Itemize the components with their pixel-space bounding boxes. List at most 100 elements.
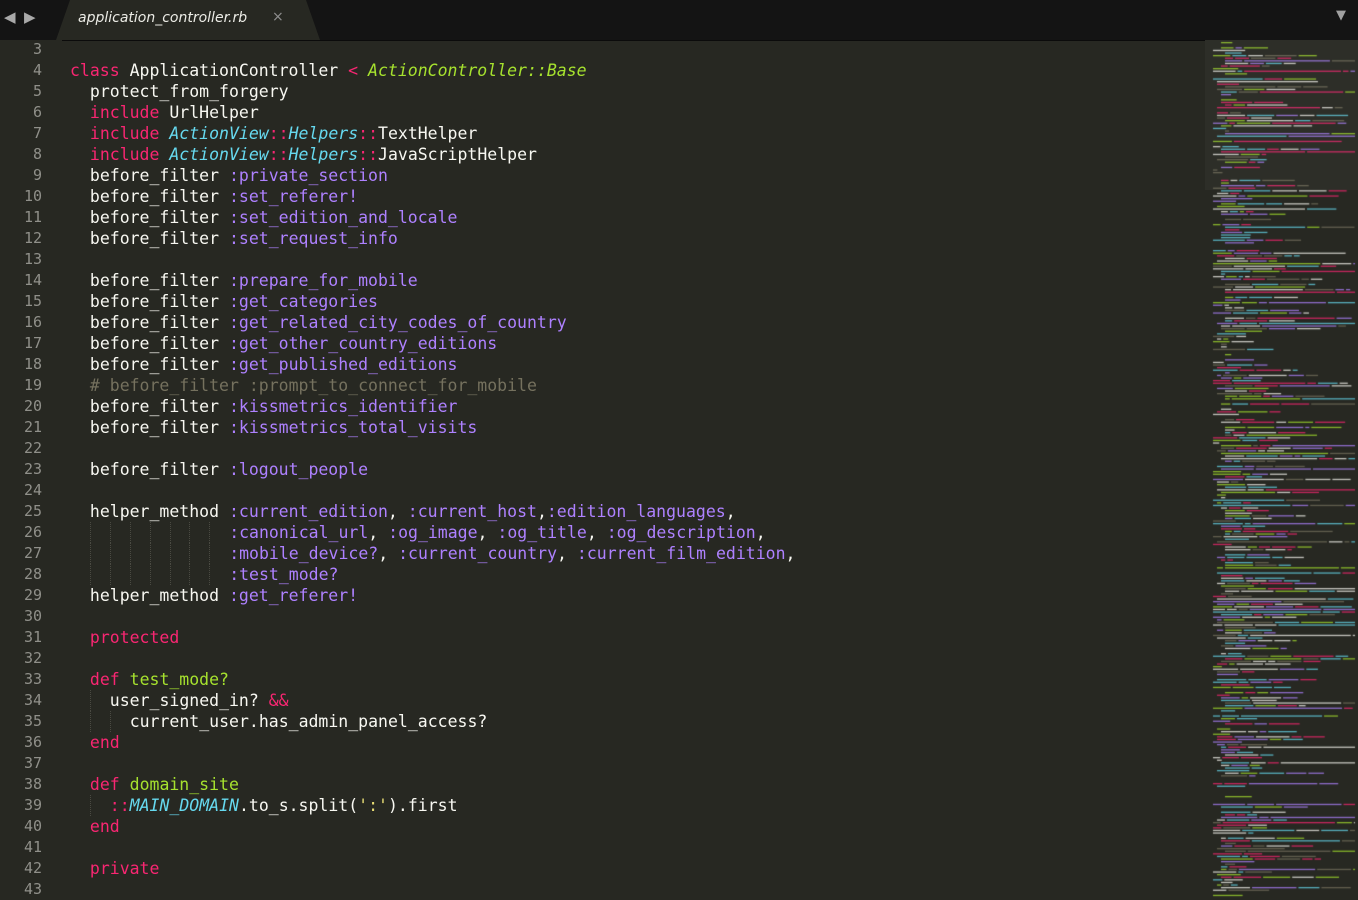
code-token: :mobile_device? bbox=[229, 544, 379, 563]
line-number: 23 bbox=[23, 460, 42, 478]
code-line[interactable]: helper_method :get_referer! bbox=[90, 585, 358, 606]
indent-guide bbox=[149, 543, 152, 564]
line-number: 24 bbox=[23, 481, 42, 499]
code-line[interactable]: before_filter :set_referer! bbox=[90, 186, 358, 207]
line-number: 41 bbox=[23, 838, 42, 856]
code-line[interactable]: include ActionView::Helpers::JavaScriptH… bbox=[90, 144, 537, 165]
code-line[interactable]: protect_from_forgery bbox=[90, 81, 289, 102]
code-token: :test_mode? bbox=[229, 565, 339, 584]
code-line[interactable]: helper_method :current_edition, :current… bbox=[90, 501, 736, 522]
close-icon[interactable]: × bbox=[272, 9, 284, 25]
code-token: MAIN_DOMAIN bbox=[129, 796, 239, 815]
code-token: :current_film_edition bbox=[576, 544, 786, 563]
code-line[interactable]: before_filter :logout_people bbox=[90, 459, 368, 480]
code-token: ActionView bbox=[169, 145, 269, 164]
code-token: before_filter bbox=[89, 208, 229, 227]
indent-guide bbox=[129, 564, 132, 585]
code-line[interactable]: before_filter :private_section bbox=[90, 165, 388, 186]
code-line[interactable]: before_filter :get_categories bbox=[90, 291, 378, 312]
code-token: :get_referer! bbox=[228, 586, 359, 605]
code-line[interactable]: before_filter :get_published_editions bbox=[90, 354, 458, 375]
code-token: before_filter bbox=[89, 292, 229, 311]
code-line[interactable]: current_user.has_admin_panel_access? bbox=[130, 711, 488, 732]
code-line[interactable]: before_filter :kissmetrics_total_visits bbox=[90, 417, 477, 438]
code-token: , bbox=[536, 502, 547, 521]
code-token: ApplicationController bbox=[119, 61, 349, 80]
indent-guide bbox=[89, 711, 92, 732]
code-token: current_user.has_admin_panel_access? bbox=[129, 712, 488, 731]
code-line[interactable]: user_signed_in? && bbox=[110, 690, 289, 711]
code-token: :set_request_info bbox=[228, 229, 398, 248]
code-token: :og_image bbox=[388, 523, 478, 542]
forward-arrow-icon[interactable]: ▶ bbox=[24, 8, 36, 26]
code-token: # before_filter :prompt_to_connect_for_m… bbox=[89, 376, 537, 395]
code-token: :: bbox=[268, 145, 289, 164]
code-token: Helpers bbox=[288, 145, 359, 164]
indent-guide bbox=[169, 522, 172, 543]
code-line[interactable]: end bbox=[90, 732, 120, 753]
code-token: include bbox=[89, 124, 160, 143]
indent-guide bbox=[169, 543, 172, 564]
line-number: 15 bbox=[23, 292, 42, 310]
code-line[interactable]: before_filter :kissmetrics_identifier bbox=[90, 396, 458, 417]
code-line[interactable]: before_filter :set_request_info bbox=[90, 228, 398, 249]
indent-guide bbox=[109, 522, 112, 543]
code-token: JavaScriptHelper bbox=[378, 145, 537, 164]
code-token: helper_method bbox=[89, 586, 229, 605]
line-number: 26 bbox=[23, 523, 42, 541]
code-line[interactable]: def test_mode? bbox=[90, 669, 229, 690]
line-number: 21 bbox=[23, 418, 42, 436]
code-line[interactable]: private bbox=[90, 858, 160, 879]
tab-application-controller[interactable]: application_controller.rb × bbox=[56, 0, 320, 40]
code-token: before_filter bbox=[89, 397, 229, 416]
code-line[interactable]: class ApplicationController < ActionCont… bbox=[70, 60, 587, 81]
code-line[interactable]: before_filter :get_related_city_codes_of… bbox=[90, 312, 567, 333]
indent-guide bbox=[189, 543, 191, 564]
code-line[interactable]: :mobile_device?, :current_country, :curr… bbox=[229, 543, 795, 564]
chevron-down-icon[interactable]: ▼ bbox=[1336, 8, 1346, 23]
code-token: domain_site bbox=[129, 775, 239, 794]
line-number: 37 bbox=[23, 754, 42, 772]
indent-guide bbox=[89, 543, 92, 564]
code-line[interactable]: protected bbox=[90, 627, 179, 648]
code-token: :og_title bbox=[497, 523, 587, 542]
code-line[interactable]: before_filter :set_edition_and_locale bbox=[90, 207, 458, 228]
code-line[interactable]: def domain_site bbox=[90, 774, 239, 795]
code-token: :og_description bbox=[606, 523, 756, 542]
code-token: helper_method bbox=[89, 502, 229, 521]
code-token: Helpers bbox=[288, 124, 359, 143]
code-line[interactable]: :canonical_url, :og_image, :og_title, :o… bbox=[229, 522, 765, 543]
line-number: 17 bbox=[23, 334, 42, 352]
code-line[interactable]: before_filter :get_other_country_edition… bbox=[90, 333, 497, 354]
code-token: test_mode? bbox=[129, 670, 229, 689]
code-line[interactable]: include ActionView::Helpers::TextHelper bbox=[90, 123, 477, 144]
code-editor[interactable]: class ApplicationController < ActionCont… bbox=[70, 40, 1200, 900]
back-arrow-icon[interactable]: ◀ bbox=[4, 8, 16, 26]
code-token: before_filter bbox=[89, 418, 229, 437]
code-line[interactable]: :test_mode? bbox=[229, 564, 338, 585]
line-number: 28 bbox=[23, 565, 42, 583]
code-token: :get_published_editions bbox=[228, 355, 458, 374]
indent-guide bbox=[109, 564, 112, 585]
line-number: 22 bbox=[23, 439, 42, 457]
code-token: before_filter bbox=[89, 166, 229, 185]
minimap-viewport[interactable] bbox=[1205, 40, 1358, 190]
code-token: end bbox=[89, 817, 120, 836]
indent-guide bbox=[129, 522, 132, 543]
code-token: :get_related_city_codes_of_country bbox=[228, 313, 567, 332]
code-token: TextHelper bbox=[378, 124, 478, 143]
indent-guide bbox=[209, 564, 211, 585]
code-line[interactable]: end bbox=[90, 816, 120, 837]
code-line[interactable]: before_filter :prepare_for_mobile bbox=[90, 270, 418, 291]
line-number: 31 bbox=[23, 628, 42, 646]
code-token: before_filter bbox=[89, 187, 229, 206]
indent-guide bbox=[169, 564, 172, 585]
code-line[interactable]: # before_filter :prompt_to_connect_for_m… bbox=[90, 375, 537, 396]
line-number: 13 bbox=[23, 250, 42, 268]
code-line[interactable]: include UrlHelper bbox=[90, 102, 259, 123]
code-token: , bbox=[557, 544, 577, 563]
code-line[interactable]: ::MAIN_DOMAIN.to_s.split(':').first bbox=[110, 795, 458, 816]
code-token: :prepare_for_mobile bbox=[228, 271, 418, 290]
